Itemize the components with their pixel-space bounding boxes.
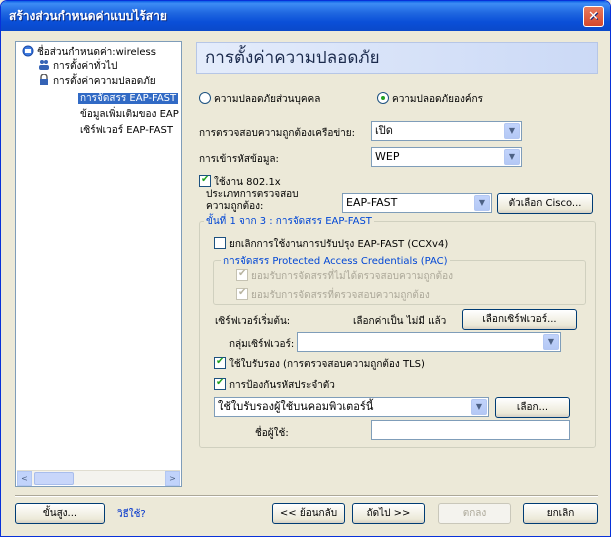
checkbox-indicator[interactable] <box>214 356 226 369</box>
footer-divider <box>15 495 598 497</box>
tree-item-profile[interactable]: ชื่อส่วนกำหนดค่า:wireless <box>22 45 156 59</box>
select-server-button[interactable]: เลือกเซิร์ฟเวอร์... <box>462 309 577 330</box>
username-label: ชื่อผู้ใช้: <box>255 428 289 439</box>
chevron-down-icon[interactable]: ▼ <box>474 195 490 211</box>
chevron-down-icon[interactable]: ▼ <box>543 334 559 350</box>
tree-item-eap-info[interactable]: ข้อมูลเพิ่มเติมของ EAP <box>80 108 179 121</box>
wireless-profile-window: สร้างส่วนกำหนดค่าแบบไร้สาย ✕ ชื่อส่วนกำห… <box>0 0 611 537</box>
next-button[interactable]: ถัดไป >> <box>352 503 425 524</box>
title-bar: สร้างส่วนกำหนดค่าแบบไร้สาย ✕ <box>1 1 610 31</box>
tree-item-label: การตั้งค่าทั่วไป <box>53 61 118 72</box>
tree-item-label: เซิร์ฟเวอร์ EAP-FAST <box>80 125 173 136</box>
tree-item-label: ข้อมูลเพิ่มเติมของ EAP <box>80 109 179 120</box>
users-icon <box>39 60 49 70</box>
data-encryption-select[interactable]: WEP ▼ <box>371 147 522 167</box>
checkbox-indicator[interactable] <box>214 377 226 390</box>
tree-item-security[interactable]: การตั้งค่าความปลอดภัย <box>38 74 156 88</box>
certificate-source-select[interactable]: ใช้ใบรับรองผู้ใช้บนคอมพิวเตอร์นี้ ▼ <box>214 397 489 417</box>
tree-item-eap-fast-server[interactable]: เซิร์ฟเวอร์ EAP-FAST <box>80 124 173 137</box>
network-auth-label: การตรวจสอบความถูกต้องเครือข่าย: <box>199 128 356 139</box>
tree-item-label: การตั้งค่าความปลอดภัย <box>53 76 156 87</box>
data-encryption-label: การเข้ารหัสข้อมูล: <box>199 154 279 165</box>
chevron-down-icon[interactable]: ▼ <box>504 123 520 139</box>
window-title: สร้างส่วนกำหนดค่าแบบไร้สาย <box>9 9 167 23</box>
use-certificate-checkbox[interactable]: ใช้ใบรับรอง (การตรวจสอบความถูกต้อง TLS) <box>214 356 425 372</box>
enterprise-security-radio[interactable]: ความปลอดภัยองค์กร <box>377 92 483 107</box>
back-button[interactable]: << ย้อนกลับ <box>272 503 345 524</box>
auth-type-label: ประเภทการตรวจสอบ ความถูกต้อง: <box>206 189 299 212</box>
start-server-label: เซิร์ฟเวอร์เริ่มต้น: <box>215 316 291 327</box>
tree-item-label: ชื่อส่วนกำหนดค่า:wireless <box>37 47 156 58</box>
checkbox-indicator[interactable] <box>199 174 211 187</box>
scroll-thumb[interactable] <box>34 472 74 485</box>
close-button[interactable]: ✕ <box>583 6 604 27</box>
disable-ccx-checkbox[interactable]: ยกเลิกการใช้งานการปรับปรุง EAP-FAST (CCX… <box>214 237 448 252</box>
tree-item-eap-fast-provisioning[interactable]: การจัดสรร EAP-FAST <box>78 92 179 105</box>
enable-8021x-checkbox[interactable]: ใช้งาน 802.1x <box>199 174 281 190</box>
accept-unauthenticated-checkbox: ยอมรับการจัดสรรที่ไม่ได้ตรวจสอบความถูกต้… <box>236 268 453 284</box>
tree-item-label: การจัดสรร EAP-FAST <box>78 93 179 104</box>
scroll-right-button[interactable]: > <box>165 471 180 486</box>
chevron-down-icon[interactable]: ▼ <box>471 399 487 415</box>
network-auth-select[interactable]: เปิด ▼ <box>371 121 522 141</box>
network-profile-icon <box>22 45 34 57</box>
cancel-button[interactable]: ยกเลิก <box>523 503 598 524</box>
select-certificate-button[interactable]: เลือก... <box>495 397 570 418</box>
auth-type-select[interactable]: EAP-FAST ▼ <box>342 193 492 213</box>
checkbox-indicator[interactable] <box>214 237 226 249</box>
step-group-title: ขั้นที่ 1 จาก 3 : การจัดสรร EAP-FAST <box>204 214 374 229</box>
checkbox-indicator <box>236 268 248 281</box>
server-group-label: กลุ่มเซิร์ฟเวอร์: <box>229 339 295 350</box>
tree-item-general[interactable]: การตั้งค่าทั่วไป <box>38 59 117 73</box>
pac-group-title: การจัดสรร Protected Access Credentials (… <box>221 254 450 269</box>
ok-button: ตกลง <box>438 503 511 524</box>
horizontal-scrollbar[interactable]: < > <box>17 470 180 486</box>
radio-indicator[interactable] <box>377 92 389 104</box>
lock-icon <box>40 74 48 85</box>
scroll-left-button[interactable]: < <box>17 471 32 486</box>
radio-indicator[interactable] <box>199 92 211 104</box>
navigation-tree[interactable]: ชื่อส่วนกำหนดค่า:wireless การตั้งค่าทั่ว… <box>15 41 182 487</box>
help-link[interactable]: วิธีใช้? <box>117 507 146 522</box>
protect-password-checkbox[interactable]: การป้องกันรหัสประจำตัว <box>214 377 335 393</box>
page-title: การตั้งค่าความปลอดภัย <box>196 42 598 74</box>
personal-security-radio[interactable]: ความปลอดภัยส่วนบุคคล <box>199 92 320 107</box>
chevron-down-icon[interactable]: ▼ <box>504 149 520 165</box>
accept-authenticated-checkbox: ยอมรับการจัดสรรที่ตรวจสอบความถูกต้อง <box>236 287 430 303</box>
checkbox-indicator <box>236 287 248 300</box>
username-field[interactable] <box>371 420 570 440</box>
start-server-value: เลือกค่าเป็น ไม่มี แล้ว <box>353 316 447 327</box>
advanced-button[interactable]: ขั้นสูง... <box>15 503 105 524</box>
server-group-select[interactable]: ▼ <box>297 332 561 352</box>
cisco-options-button[interactable]: ตัวเลือก Cisco... <box>497 193 593 214</box>
